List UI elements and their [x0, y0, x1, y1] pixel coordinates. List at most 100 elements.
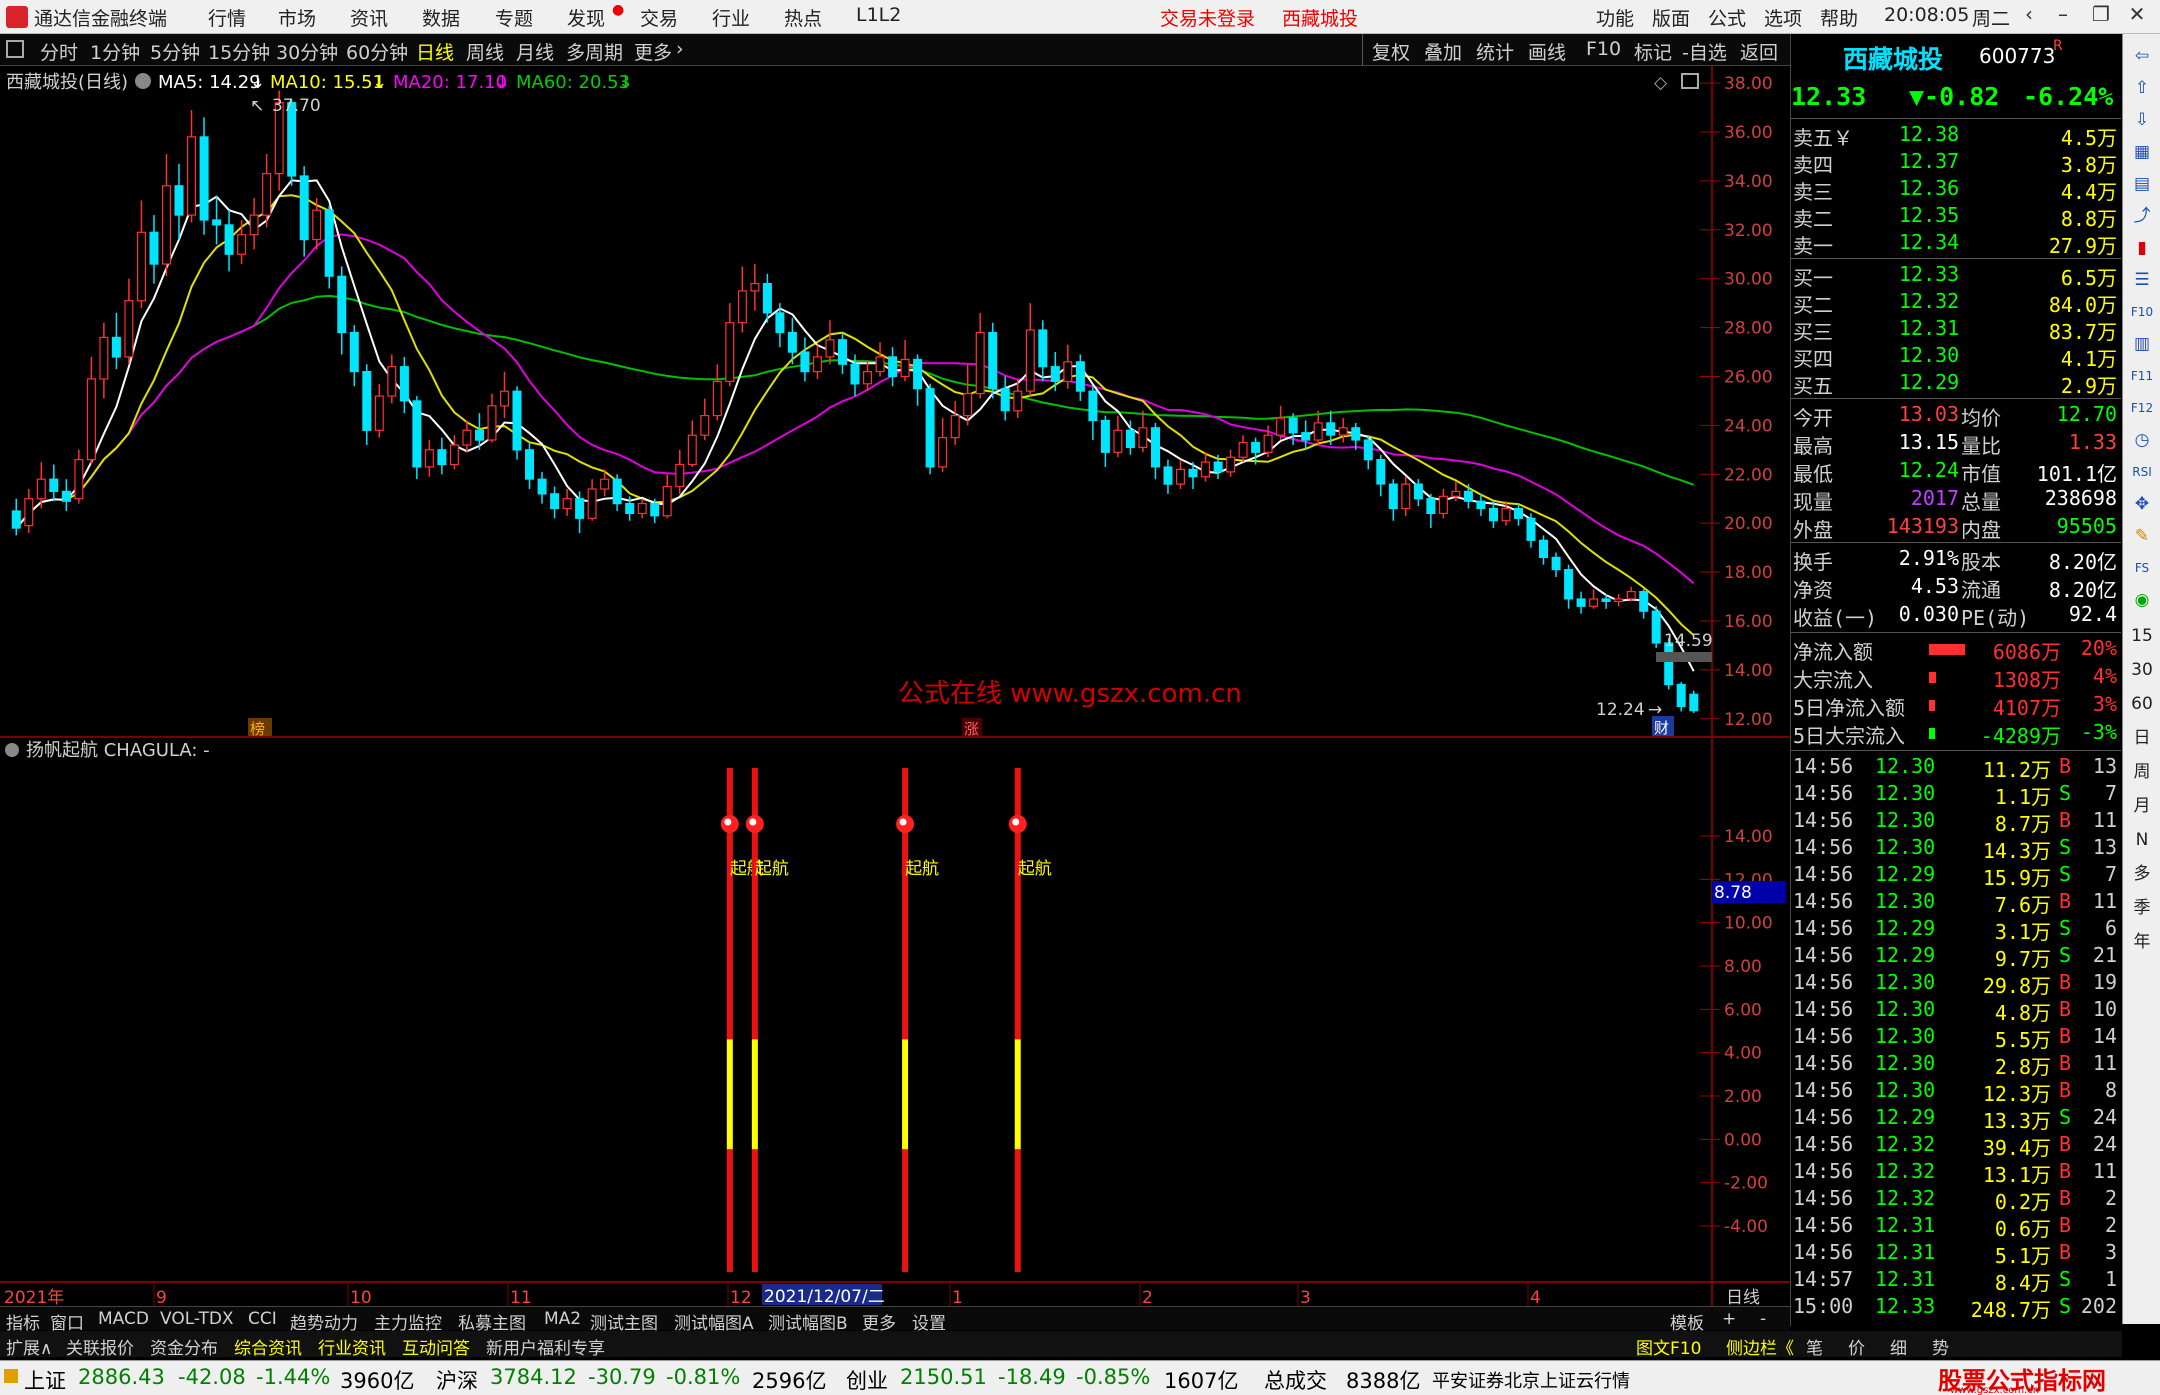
settings-circle-icon[interactable]	[135, 73, 151, 89]
zoom-in-button[interactable]: +	[1722, 1309, 1736, 1329]
tab-period-more[interactable]: 更多	[634, 38, 672, 65]
candle-body	[1013, 390, 1023, 412]
period-n[interactable]: N	[2128, 826, 2156, 854]
tab-new-user-benefits[interactable]: 新用户福利专享	[486, 1334, 605, 1359]
tool-stats[interactable]: 统计	[1476, 38, 1514, 65]
f11-icon[interactable]: F11	[2128, 362, 2156, 390]
tool-favorite[interactable]: -自选	[1682, 38, 1727, 65]
tab-trades[interactable]: 笔	[1806, 1334, 1823, 1359]
index-hs-name[interactable]: 沪深	[436, 1365, 478, 1395]
indicator-settings-icon[interactable]	[5, 743, 19, 757]
diamond-icon[interactable]: ◇	[1654, 73, 1668, 93]
menu-item-function[interactable]: 功能	[1596, 4, 1634, 31]
tab-cci[interactable]: CCI	[248, 1309, 277, 1329]
f10-icon[interactable]: F10	[2128, 298, 2156, 326]
tab-period-weekly[interactable]: 周线	[466, 38, 504, 65]
panel-toggle-icon[interactable]	[6, 40, 24, 58]
clock-icon[interactable]: ◷	[2128, 426, 2156, 454]
tick-price: 12.31	[1875, 1267, 1936, 1291]
line-chart-icon[interactable]: ⤴	[2128, 202, 2156, 230]
kline-icon[interactable]: ▦	[2128, 138, 2156, 166]
menu-item-market[interactable]: 行情	[208, 4, 246, 31]
pen-icon[interactable]: ✎	[2128, 522, 2156, 550]
menu-item-discover[interactable]: 发现	[567, 4, 605, 31]
zoom-out-button[interactable]: -	[1760, 1309, 1766, 1329]
menu-item-news[interactable]: 资讯	[350, 4, 388, 31]
tick-volume: 0.6万	[1994, 1217, 2051, 1241]
tab-industry-news[interactable]: 行业资讯	[318, 1334, 386, 1359]
tab-period-intraday[interactable]: 分时	[40, 38, 78, 65]
close-icon[interactable]: ✕	[2120, 2, 2154, 32]
menu-item-options[interactable]: 选项	[1764, 4, 1802, 31]
tab-period-15min[interactable]: 15分钟	[208, 38, 270, 65]
menu-item-hot[interactable]: 热点	[784, 4, 822, 31]
tab-price[interactable]: 价	[1848, 1334, 1865, 1359]
tab-macd[interactable]: MACD	[98, 1309, 149, 1329]
period-multi[interactable]: 多	[2128, 860, 2156, 888]
period-day[interactable]: 日	[2128, 724, 2156, 752]
arrow-up-icon[interactable]: ⇧	[2128, 74, 2156, 102]
globe-icon[interactable]: ◉	[2128, 586, 2156, 614]
tab-detail[interactable]: 细	[1890, 1334, 1907, 1359]
menu-item-formula[interactable]: 公式	[1708, 4, 1746, 31]
tab-period-monthly[interactable]: 月线	[516, 38, 554, 65]
tool-draw[interactable]: 画线	[1528, 38, 1566, 65]
tab-qa[interactable]: 互动问答	[402, 1334, 470, 1359]
tab-trend[interactable]: 势	[1932, 1334, 1949, 1359]
list-icon[interactable]: ☰	[2128, 266, 2156, 294]
period-month[interactable]: 月	[2128, 792, 2156, 820]
candle-body	[424, 449, 434, 468]
tab-period-5min[interactable]: 5分钟	[150, 38, 200, 65]
menu-item-topics[interactable]: 专题	[495, 4, 533, 31]
candle-icon[interactable]: ▮	[2128, 234, 2156, 262]
fs-icon[interactable]: FS	[2128, 554, 2156, 582]
tool-f10[interactable]: F10	[1586, 38, 1621, 60]
tab-period-30min[interactable]: 30分钟	[276, 38, 338, 65]
restore-icon[interactable]: ❐	[2084, 2, 2118, 32]
menu-item-trade[interactable]: 交易	[640, 4, 678, 31]
period-quarter[interactable]: 季	[2128, 894, 2156, 922]
tool-restore-rights[interactable]: 复权	[1372, 38, 1410, 65]
tab-period-multi[interactable]: 多周期	[566, 38, 623, 65]
tool-overlay[interactable]: 叠加	[1424, 38, 1462, 65]
tab-expand[interactable]: 扩展∧	[6, 1334, 52, 1359]
period-15[interactable]: 15	[2128, 622, 2156, 650]
grid-icon[interactable]: ▤	[2128, 170, 2156, 198]
back-icon[interactable]: ‹	[2012, 2, 2046, 32]
index-cy-name[interactable]: 创业	[846, 1365, 888, 1395]
menu-item-layout[interactable]: 版面	[1652, 4, 1690, 31]
trade-status[interactable]: 交易未登录	[1160, 4, 1255, 31]
tab-sidebar[interactable]: 侧边栏《	[1726, 1334, 1794, 1359]
menu-item-industry[interactable]: 行业	[712, 4, 750, 31]
period-year[interactable]: 年	[2128, 928, 2156, 956]
tool-mark[interactable]: 标记	[1634, 38, 1672, 65]
tab-period-daily[interactable]: 日线	[416, 38, 454, 65]
period-week[interactable]: 周	[2128, 758, 2156, 786]
move-icon[interactable]: ✥	[2128, 490, 2156, 518]
menu-item-markets[interactable]: 市场	[278, 4, 316, 31]
menu-item-data[interactable]: 数据	[422, 4, 460, 31]
tab-ma2[interactable]: MA2	[544, 1309, 581, 1329]
period-30[interactable]: 30	[2128, 656, 2156, 684]
tab-related-quotes[interactable]: 关联报价	[66, 1334, 134, 1359]
tab-general-news[interactable]: 综合资讯	[234, 1334, 302, 1359]
tick-time: 14:56	[1793, 1186, 1854, 1210]
menu-item-l1l2[interactable]: L1L2	[856, 4, 901, 26]
chevron-right-icon[interactable]: ›	[676, 38, 684, 60]
tab-period-60min[interactable]: 60分钟	[346, 38, 408, 65]
index-sh-name[interactable]: 上证	[24, 1365, 66, 1395]
rsi-icon[interactable]: RSI	[2128, 458, 2156, 486]
report-icon[interactable]: ▥	[2128, 330, 2156, 358]
arrow-down-icon[interactable]: ⇩	[2128, 106, 2156, 134]
menu-item-help[interactable]: 帮助	[1820, 4, 1858, 31]
tab-f10-text[interactable]: 图文F10	[1636, 1334, 1701, 1359]
period-60[interactable]: 60	[2128, 690, 2156, 718]
tab-period-1min[interactable]: 1分钟	[90, 38, 140, 65]
arrow-left-icon[interactable]: ⇦	[2128, 42, 2156, 70]
f12-icon[interactable]: F12	[2128, 394, 2156, 422]
tab-vol-tdx[interactable]: VOL-TDX	[160, 1309, 234, 1329]
minimize-icon[interactable]: –	[2046, 2, 2080, 32]
kline-chart-area[interactable]: 38.0036.0034.0032.0030.0028.0026.0024.00…	[0, 66, 1790, 1306]
tool-back[interactable]: 返回	[1740, 38, 1778, 65]
tab-fund-distribution[interactable]: 资金分布	[150, 1334, 218, 1359]
